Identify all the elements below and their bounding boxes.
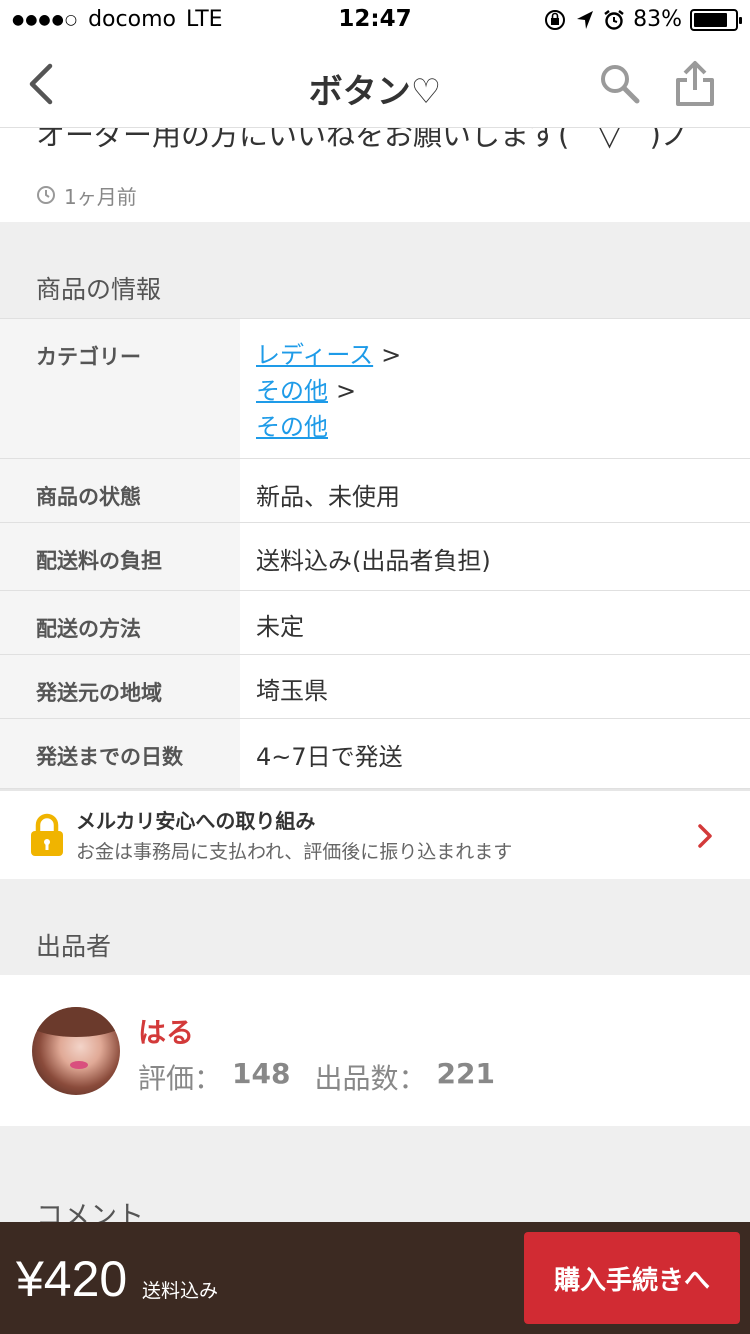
listings-label: 出品数： [314, 1062, 427, 1095]
category-link-other-sub[interactable]: その他 [256, 413, 328, 441]
location-arrow-icon [577, 10, 594, 29]
seller-stats: 評価： 148 出品数： 221 [138, 1057, 509, 1097]
shipping-fee-value: 送料込み(出品者負担) [240, 523, 750, 590]
category-link-other[interactable]: その他 [256, 377, 328, 405]
item-description: オーダー用の方にいいねをお願いします( ▽ )ノ [36, 128, 690, 152]
battery-percent: 83% [633, 7, 682, 32]
mercari-safety-banner[interactable]: メルカリ安心への取り組み お金は事務局に支払われ、評価後に振り込まれます [0, 789, 750, 879]
ship-from-value: 埼玉県 [240, 655, 750, 718]
alarm-icon [604, 9, 624, 30]
rating-count: 148 [232, 1057, 291, 1090]
seller-card[interactable]: はる 評価： 148 出品数： 221 [0, 975, 750, 1127]
safety-banner-subtitle: お金は事務局に支払われ、評価後に振り込まれます [76, 841, 513, 863]
nav-bar: ボタン♡ [0, 40, 750, 128]
listings-count: 221 [436, 1057, 495, 1090]
posted-time-text: 1ヶ月前 [64, 184, 137, 209]
ship-days-label: 発送までの日数 [0, 719, 240, 788]
condition-label: 商品の状態 [0, 459, 240, 522]
ship-days-value: 4~7日で発送 [240, 719, 750, 788]
category-label: カテゴリー [0, 319, 240, 458]
seller-header: 出品者 [0, 879, 750, 975]
posted-time: 1ヶ月前 [0, 168, 750, 222]
table-row: 発送までの日数 4~7日で発送 [0, 719, 750, 789]
item-detail-content[interactable]: オーダー用の方にいいねをお願いします( ▽ )ノ 1ヶ月前 商品の情報 カテゴリ… [0, 128, 750, 1127]
product-info-table: カテゴリー レディース > その他 > その他 商品の状態 新品、未使用 配送料の負… [0, 318, 750, 789]
rating-label: 評価： [138, 1062, 223, 1095]
product-info-title: 商品の情報 [36, 275, 162, 304]
table-row: 発送元の地域 埼玉県 [0, 655, 750, 719]
condition-value: 新品、未使用 [240, 459, 750, 522]
seller-name[interactable]: はる [138, 1011, 194, 1051]
category-separator: > [336, 377, 357, 405]
table-row: 商品の状態 新品、未使用 [0, 459, 750, 523]
chevron-right-icon [698, 824, 712, 848]
rotation-lock-icon [545, 9, 566, 30]
seller-section-title: 出品者 [36, 932, 112, 961]
category-link-ladies[interactable]: レディース [256, 341, 373, 369]
table-row: カテゴリー レディース > その他 > その他 [0, 319, 750, 459]
buy-button[interactable]: 購入手続きへ [524, 1232, 740, 1324]
shipping-method-value: 未定 [240, 591, 750, 654]
shipping-fee-label: 配送料の負担 [0, 523, 240, 590]
comments-header: コメント [0, 1126, 750, 1232]
clock-icon [37, 186, 55, 204]
status-bar: ●●●●○ docomo LTE 12:47 83% [0, 0, 750, 40]
share-icon[interactable] [672, 60, 718, 108]
purchase-bar: ¥420 送料込み 購入手続きへ [0, 1222, 750, 1334]
shipping-included-note: 送料込み [142, 1280, 219, 1302]
table-row: 配送の方法 未定 [0, 591, 750, 655]
price: ¥420 [16, 1251, 128, 1307]
shipping-method-label: 配送の方法 [0, 591, 240, 654]
battery-icon [690, 8, 742, 31]
lock-icon [31, 813, 63, 856]
search-icon[interactable] [598, 62, 642, 106]
table-row: 配送料の負担 送料込み(出品者負担) [0, 523, 750, 591]
category-separator: > [381, 341, 402, 369]
product-info-header: 商品の情報 [0, 222, 750, 318]
ship-from-label: 発送元の地域 [0, 655, 240, 718]
avatar[interactable] [32, 1007, 120, 1095]
safety-banner-title: メルカリ安心への取り組み [76, 809, 316, 833]
category-value: レディース > その他 > その他 [240, 319, 750, 458]
